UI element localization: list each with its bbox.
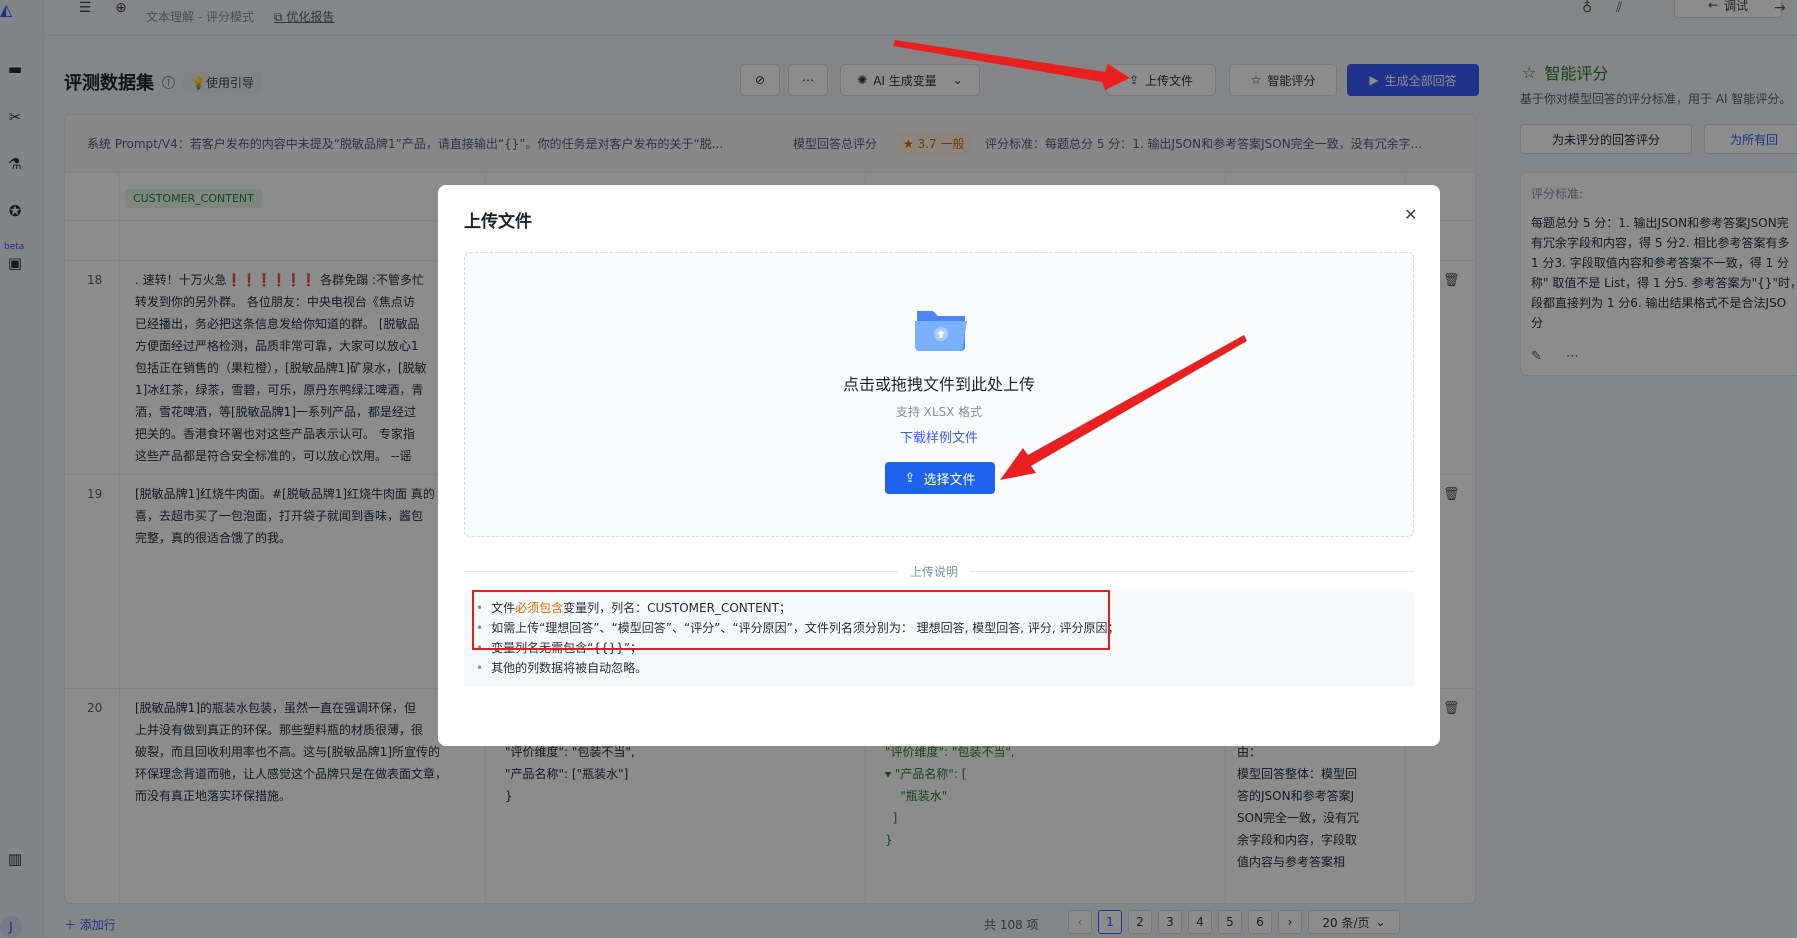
download-sample-link[interactable]: 下载样例文件 (465, 427, 1413, 446)
folder-upload-icon (915, 311, 967, 351)
close-icon[interactable]: ✕ (1404, 205, 1417, 224)
modal-title: 上传文件 (464, 212, 532, 232)
upload-icon: ⇪ (904, 470, 916, 486)
dropzone-title: 点击或拖拽文件到此处上传 (842, 375, 1035, 394)
choose-file-button[interactable]: ⇪ 选择文件 (885, 462, 995, 494)
note-text: 其他的列数据将被自动忽略。 (491, 661, 648, 675)
upload-modal: 上传文件 ✕ 点击或拖拽文件到此处上传 支持 XLSX 格式 下载样例文件 ⇪ 选… (438, 185, 1440, 746)
note-item: • 其他的列数据将被自动忽略。 (476, 661, 648, 675)
choose-file-label: 选择文件 (923, 472, 976, 488)
format-hint: 支持 XLSX 格式 (895, 405, 983, 419)
section-label: 上传说明 (898, 563, 971, 580)
annotation-box (472, 590, 1110, 650)
file-dropzone[interactable]: 点击或拖拽文件到此处上传 支持 XLSX 格式 下载样例文件 ⇪ 选择文件 (464, 252, 1414, 537)
